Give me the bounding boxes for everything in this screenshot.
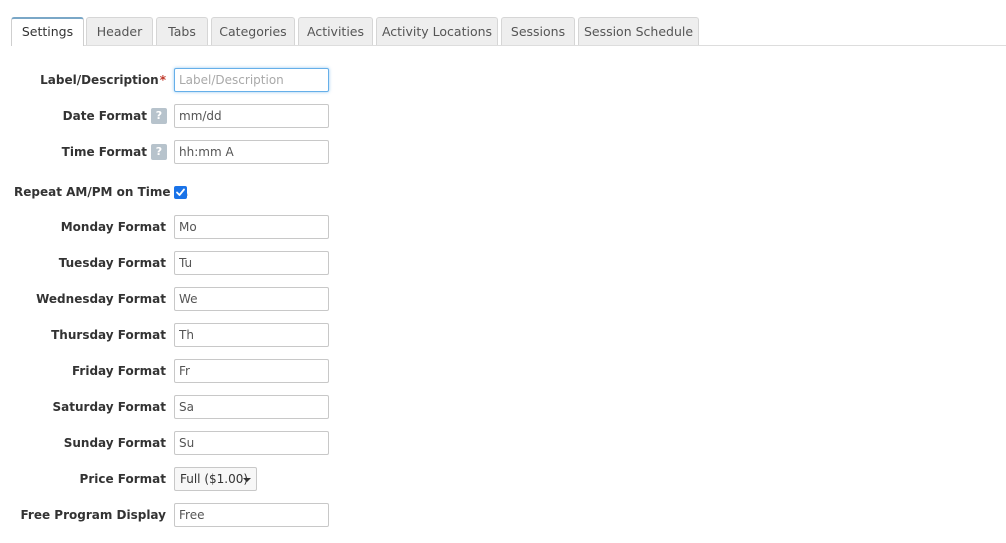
date-format-help-icon[interactable]: ?: [151, 108, 167, 124]
free-program-display-label: Free Program Display: [20, 508, 166, 522]
thursday-format-label: Thursday Format: [51, 328, 166, 342]
check-icon: [176, 188, 185, 196]
tab-tabs[interactable]: Tabs: [156, 17, 208, 45]
tuesday-format-label: Tuesday Format: [58, 256, 166, 270]
price-format-select[interactable]: Full ($1.00): [174, 467, 257, 491]
price-format-selected: Full ($1.00): [180, 472, 249, 486]
free-program-display-row: Free Program Display: [0, 503, 400, 527]
date-format-input[interactable]: [174, 104, 329, 128]
friday-format-row: Friday Format: [0, 359, 400, 383]
sunday-format-input[interactable]: [174, 431, 329, 455]
tab-sessions[interactable]: Sessions: [501, 17, 575, 45]
label-description-label: Label/Description*: [40, 73, 166, 87]
sunday-format-row: Sunday Format: [0, 431, 400, 455]
free-program-display-input[interactable]: [174, 503, 329, 527]
date-format-label: Date Format: [62, 109, 147, 123]
tab-header[interactable]: Header: [86, 17, 153, 45]
label-description-input[interactable]: [174, 68, 329, 92]
friday-format-input[interactable]: [174, 359, 329, 383]
tuesday-format-row: Tuesday Format: [0, 251, 400, 275]
wednesday-format-row: Wednesday Format: [0, 287, 400, 311]
tab-bar-divider: [11, 45, 1006, 46]
date-format-row: Date Format ?: [0, 104, 400, 128]
monday-format-input[interactable]: [174, 215, 329, 239]
tab-session-schedule[interactable]: Session Schedule: [578, 17, 699, 45]
time-format-input[interactable]: [174, 140, 329, 164]
time-format-help-icon[interactable]: ?: [151, 144, 167, 160]
repeat-ampm-label: Repeat AM/PM on Time ...: [14, 185, 189, 199]
required-marker: *: [159, 73, 166, 87]
tuesday-format-input[interactable]: [174, 251, 329, 275]
label-description-row: Label/Description*: [0, 68, 400, 92]
saturday-format-input[interactable]: [174, 395, 329, 419]
time-format-row: Time Format ?: [0, 140, 400, 164]
tab-bar: Settings Header Tabs Categories Activiti…: [0, 0, 1006, 46]
tab-activity-locations[interactable]: Activity Locations: [376, 17, 498, 45]
wednesday-format-label: Wednesday Format: [36, 292, 166, 306]
time-format-label: Time Format: [61, 145, 147, 159]
price-format-label: Price Format: [79, 472, 166, 486]
tab-categories[interactable]: Categories: [211, 17, 295, 45]
tab-settings[interactable]: Settings: [11, 17, 84, 46]
saturday-format-row: Saturday Format: [0, 395, 400, 419]
price-format-row: Price Format Full ($1.00): [0, 467, 400, 491]
caret-down-icon: [243, 478, 251, 482]
repeat-ampm-row: Repeat AM/PM on Time ...: [0, 184, 400, 208]
monday-format-row: Monday Format: [0, 215, 400, 239]
wednesday-format-input[interactable]: [174, 287, 329, 311]
saturday-format-label: Saturday Format: [52, 400, 166, 414]
friday-format-label: Friday Format: [72, 364, 166, 378]
monday-format-label: Monday Format: [60, 220, 166, 234]
tab-activities[interactable]: Activities: [298, 17, 373, 45]
thursday-format-input[interactable]: [174, 323, 329, 347]
thursday-format-row: Thursday Format: [0, 323, 400, 347]
sunday-format-label: Sunday Format: [63, 436, 166, 450]
repeat-ampm-checkbox[interactable]: [174, 186, 187, 199]
